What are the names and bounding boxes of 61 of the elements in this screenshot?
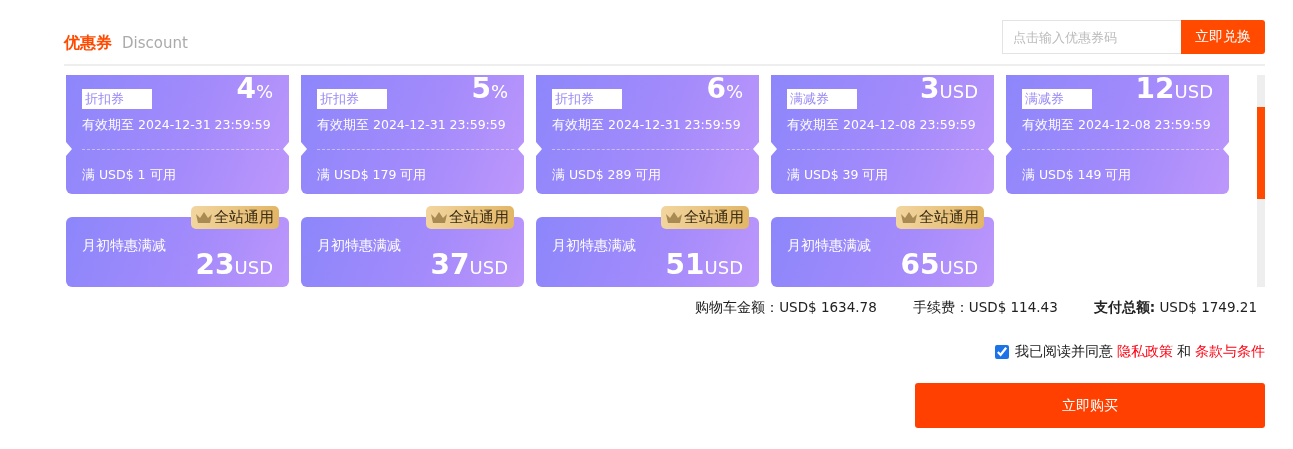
coupon-expiry: 有效期至 2024-12-31 23:59:59	[82, 117, 272, 134]
coupon-amount: 4%	[236, 75, 273, 103]
coupon-amount: 37USD	[430, 251, 508, 279]
coupon-type: 折扣券	[82, 89, 152, 109]
coupon-type: 折扣券	[552, 89, 622, 109]
summary-amount: 支付总额: USD$ 1749.21	[1093, 299, 1257, 317]
ticket-notch	[1006, 142, 1012, 156]
coupon-expiry: 有效期至 2024-12-08 23:59:59	[787, 117, 977, 134]
coupon-type: 满减券	[787, 89, 857, 109]
summary-amount: 手续费：USD$ 114.43	[912, 299, 1058, 317]
buy-now-button[interactable]: 立即购买	[915, 383, 1265, 428]
agreement-text: 我已阅读并同意	[1015, 343, 1113, 361]
coupon-expiry: 有效期至 2024-12-31 23:59:59	[317, 117, 507, 134]
ticket-notch	[283, 142, 289, 156]
crown-icon	[430, 210, 448, 225]
ticket-notch	[301, 142, 307, 156]
crown-icon	[900, 210, 918, 225]
coupon-condition: 满 USD$ 39 可用	[786, 166, 890, 184]
coupon-amount: 6%	[706, 75, 743, 103]
coupon-condition: 满 USD$ 289 可用	[551, 166, 663, 184]
coupon-expiry: 有效期至 2024-12-08 23:59:59	[1022, 117, 1212, 134]
coupon-type: 折扣券	[317, 89, 387, 109]
coupon-amount: 23USD	[195, 251, 273, 279]
crown-icon	[195, 210, 213, 225]
ticket-notch	[518, 142, 524, 156]
coupon-card[interactable]: 满减券 3USD 有效期至 2024-12-08 23:59:59 满 USD$ 39 可用	[771, 75, 994, 194]
scrollbar[interactable]	[1257, 75, 1265, 287]
section-title: 优惠券	[64, 33, 112, 54]
coupon-card[interactable]: 折扣券 4% 有效期至 2024-12-31 23:59:59 满 USD$ 1 可用	[66, 75, 289, 194]
coupon-title: 月初特惠满减	[787, 237, 871, 255]
terms-link[interactable]: 条款与条件	[1195, 343, 1265, 361]
coupon-card[interactable]: 折扣券 6% 有效期至 2024-12-31 23:59:59 满 USD$ 289 可用	[536, 75, 759, 194]
agree-checkbox[interactable]	[995, 345, 1009, 359]
coupon-expiry: 有效期至 2024-12-31 23:59:59	[552, 117, 742, 134]
coupon-amount: 12 USD	[1135, 75, 1213, 103]
redeem-button[interactable]: 立即兑换	[1181, 20, 1265, 54]
ticket-notch	[988, 142, 994, 156]
ticket-notch	[536, 142, 542, 156]
coupon-card[interactable]: 折扣券 5% 有效期至 2024-12-31 23:59:59 满 USD$ 179 可用	[301, 75, 524, 194]
coupon-amount: 3USD	[920, 75, 978, 103]
coupon-title: 月初特惠满减	[82, 237, 166, 255]
coupon-title: 月初特惠满减	[317, 237, 401, 255]
coupon-code-field[interactable]: 点击输入优惠券码	[1002, 20, 1181, 54]
privacy-policy-link[interactable]: 隐私政策	[1117, 343, 1173, 361]
ticket-notch	[771, 142, 777, 156]
coupon-amount: 65USD	[900, 251, 978, 279]
coupon-type: 满减券	[1022, 89, 1092, 109]
coupon-amount: 51USD	[665, 251, 743, 279]
coupon-amount: 5%	[471, 75, 508, 103]
crown-icon	[665, 210, 683, 225]
section-subtitle: Discount	[122, 34, 188, 52]
ticket-notch	[1223, 142, 1229, 156]
coupon-card[interactable]: 满减券 12 USD 有效期至 2024-12-08 23:59:59 满 USD$ 149 可用	[1006, 75, 1229, 194]
summary-amount: 购物车金额：USD$ 1634.78	[695, 299, 877, 317]
ticket-notch	[753, 142, 759, 156]
coupon-condition: 满 USD$ 179 可用	[316, 166, 428, 184]
agreement-joiner: 和	[1177, 343, 1191, 361]
ticket-notch	[66, 142, 72, 156]
coupon-condition: 满 USD$ 1 可用	[81, 166, 177, 184]
coupon-title: 月初特惠满减	[552, 237, 636, 255]
coupon-condition: 满 USD$ 149 可用	[1021, 166, 1133, 184]
